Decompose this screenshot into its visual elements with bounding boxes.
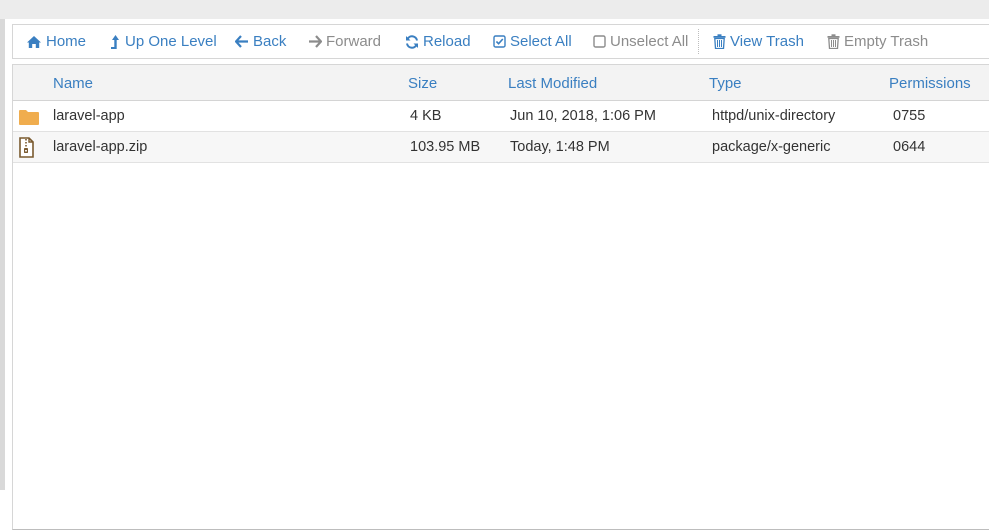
file-permissions: 0755 — [893, 108, 926, 124]
refresh-icon — [406, 34, 418, 49]
zip-file-icon — [19, 137, 34, 158]
column-header-type[interactable]: Type — [709, 75, 742, 92]
file-name[interactable]: laravel-app.zip — [53, 139, 147, 155]
view-trash-button[interactable]: View Trash — [713, 25, 804, 58]
back-button[interactable]: Back — [235, 25, 286, 58]
home-label: Home — [46, 33, 87, 50]
reload-label: Reload — [423, 33, 471, 50]
up-one-level-button[interactable]: Up One Level — [110, 25, 217, 58]
reload-button[interactable]: Reload — [405, 25, 471, 58]
back-label: Back — [253, 33, 287, 50]
empty-trash-label: Empty Trash — [844, 33, 929, 50]
up-one-level-label: Up One Level — [125, 33, 217, 50]
table-row[interactable]: laravel-app 4 KB Jun 10, 2018, 1:06 PM h… — [13, 101, 989, 132]
file-list-panel: Name Size Last Modified Type Permissions… — [12, 64, 989, 530]
file-type: httpd/unix-directory — [712, 108, 836, 124]
level-up-icon — [111, 34, 119, 49]
trash-icon — [827, 34, 840, 49]
home-button[interactable]: Home — [26, 25, 86, 58]
home-icon — [27, 35, 41, 48]
folder-icon — [19, 110, 39, 125]
column-header-size[interactable]: Size — [408, 75, 437, 92]
forward-button[interactable]: Forward — [308, 25, 381, 58]
view-trash-label: View Trash — [730, 33, 804, 50]
column-header-name[interactable]: Name — [53, 75, 93, 92]
file-table-header: Name Size Last Modified Type Permissions — [13, 65, 989, 101]
forward-label: Forward — [326, 33, 382, 50]
arrow-left-icon — [235, 35, 248, 48]
file-manager-toolbar: Home Up One Level Back Forward Reload Se… — [12, 24, 989, 59]
left-scroll-edge — [0, 19, 5, 490]
checked-box-icon — [493, 35, 506, 48]
select-all-label: Select All — [510, 33, 572, 50]
unselect-all-button[interactable]: Unselect All — [593, 25, 688, 58]
table-row[interactable]: laravel-app.zip 103.95 MB Today, 1:48 PM… — [13, 132, 989, 163]
empty-box-icon — [593, 35, 606, 48]
file-permissions: 0644 — [893, 139, 926, 155]
top-bar — [0, 0, 989, 19]
column-header-permissions[interactable]: Permissions — [889, 75, 971, 92]
empty-trash-button[interactable]: Empty Trash — [827, 25, 928, 58]
file-size: 103.95 MB — [410, 139, 481, 155]
file-type: package/x-generic — [712, 139, 831, 155]
file-name[interactable]: laravel-app — [53, 108, 125, 124]
file-modified: Jun 10, 2018, 1:06 PM — [510, 108, 656, 124]
file-size: 4 KB — [410, 108, 442, 124]
trash-icon — [713, 34, 726, 49]
file-modified: Today, 1:48 PM — [510, 139, 610, 155]
arrow-right-icon — [309, 35, 322, 48]
toolbar-divider — [698, 29, 699, 54]
select-all-button[interactable]: Select All — [493, 25, 572, 58]
unselect-all-label: Unselect All — [610, 33, 689, 50]
column-header-last-modified[interactable]: Last Modified — [508, 75, 597, 92]
